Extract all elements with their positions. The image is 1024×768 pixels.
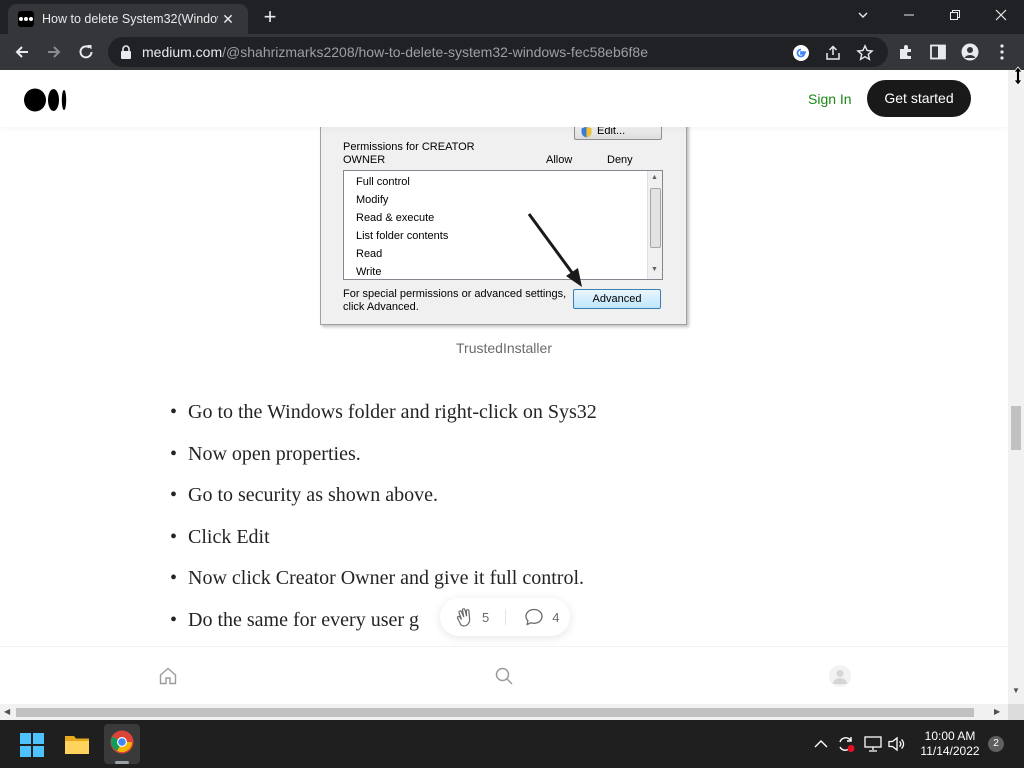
uac-shield-icon <box>581 126 592 138</box>
site-header: Sign In Get started <box>0 70 1008 127</box>
permission-row: Write <box>356 266 382 278</box>
list-item: Now open properties. <box>170 440 810 482</box>
scroll-down-arrow-icon: ▼ <box>651 266 658 273</box>
file-explorer-icon[interactable] <box>64 732 90 756</box>
restore-button[interactable] <box>932 0 978 30</box>
chrome-icon <box>110 730 134 754</box>
horizontal-scrollbar[interactable]: ◀ ▶ <box>0 704 1008 720</box>
minimize-button[interactable] <box>886 0 932 30</box>
reactions-bar: 5 4 <box>440 598 570 636</box>
image-advanced-button: Advanced <box>573 289 661 309</box>
show-hidden-icons-chevron-up-icon[interactable] <box>814 738 828 750</box>
web-page: Edit... Permissions for CREATOR OWNER Al… <box>0 70 1008 704</box>
permission-row: List folder contents <box>356 230 449 242</box>
clap-count: 5 <box>482 609 490 625</box>
reactions-divider <box>505 609 507 625</box>
lock-icon[interactable] <box>120 45 132 59</box>
side-panel-icon[interactable] <box>929 43 947 61</box>
active-app-indicator <box>115 761 129 764</box>
permission-row: Read <box>356 248 383 260</box>
pointer-arrow-icon <box>527 213 582 287</box>
clock-date: 11/14/2022 <box>920 744 980 758</box>
scroll-right-icon[interactable]: ▶ <box>994 707 1000 716</box>
chrome-taskbar-button[interactable] <box>104 724 140 764</box>
url-path: /@shahrizmarks2208/how-to-delete-system3… <box>222 44 648 60</box>
system-clock[interactable]: 10:00 AM 11/14/2022 <box>910 729 990 759</box>
get-started-button[interactable]: Get started <box>867 80 971 117</box>
comment-count: 4 <box>552 609 560 625</box>
share-icon[interactable] <box>824 44 842 62</box>
tab-close-icon[interactable]: ✕ <box>218 11 238 28</box>
tab-title: How to delete System32(Windows 11) <box>42 12 218 26</box>
profile-icon[interactable] <box>961 43 979 61</box>
google-icon[interactable] <box>792 44 810 62</box>
special-permissions-text: For special permissions or advanced sett… <box>343 288 567 313</box>
sign-in-link[interactable]: Sign In <box>808 91 852 107</box>
search-icon[interactable] <box>494 666 514 686</box>
permissions-heading: Permissions for CREATOR OWNER <box>343 141 475 166</box>
address-bar[interactable]: medium.com/@shahrizmarks2208/how-to-dele… <box>108 37 888 67</box>
close-window-button[interactable] <box>978 0 1024 30</box>
browser-tab[interactable]: How to delete System32(Windows 11) ✕ <box>8 4 248 34</box>
permission-row: Full control <box>356 176 410 188</box>
tab-search-chevron-down-icon[interactable] <box>840 0 886 30</box>
permission-row: Read & execute <box>356 212 435 224</box>
network-icon[interactable] <box>864 736 882 752</box>
home-icon[interactable] <box>158 666 178 686</box>
permission-row: Modify <box>356 194 389 206</box>
clap-icon[interactable] <box>454 606 476 628</box>
reload-button[interactable] <box>74 40 98 64</box>
resize-cursor-icon <box>1013 66 1023 86</box>
windows-start-icon[interactable] <box>20 733 44 757</box>
profile-avatar-icon[interactable] <box>829 665 851 687</box>
list-item: Go to security as shown above. <box>170 481 810 523</box>
clock-time: 10:00 AM <box>924 729 976 743</box>
browser-toolbar: medium.com/@shahrizmarks2208/how-to-dele… <box>0 34 1024 70</box>
forward-button[interactable] <box>42 40 66 64</box>
vertical-scrollbar[interactable]: ▼ <box>1008 70 1024 704</box>
url-domain: medium.com <box>142 44 223 60</box>
article-image: Edit... Permissions for CREATOR OWNER Al… <box>320 110 687 325</box>
vertical-scroll-thumb[interactable] <box>1011 406 1021 450</box>
list-item: Click Edit <box>170 523 810 565</box>
allow-column-header: Allow <box>546 154 573 166</box>
list-item: Go to the Windows folder and right-click… <box>170 398 810 440</box>
scrollbar-corner <box>1008 704 1024 720</box>
deny-column-header: Deny <box>607 154 633 166</box>
medium-logo-icon[interactable] <box>24 88 68 112</box>
bottom-navigation <box>0 646 1008 704</box>
back-button[interactable] <box>10 40 34 64</box>
medium-favicon-icon <box>18 11 34 27</box>
url-text[interactable]: medium.com/@shahrizmarks2208/how-to-dele… <box>142 44 648 60</box>
notification-badge[interactable]: 2 <box>988 736 1004 752</box>
tab-strip: How to delete System32(Windows 11) ✕ + <box>0 0 1024 34</box>
image-caption: TrustedInstaller <box>456 340 552 356</box>
permissions-scrollbar: ▲ ▼ <box>647 171 662 279</box>
scroll-down-icon[interactable]: ▼ <box>1012 686 1020 695</box>
sync-status-icon[interactable] <box>836 735 856 753</box>
menu-kebab-icon[interactable] <box>993 43 1011 61</box>
bookmark-star-icon[interactable] <box>856 44 874 62</box>
new-tab-button[interactable]: + <box>256 4 284 30</box>
permissions-scroll-thumb <box>650 188 661 248</box>
taskbar: 10:00 AM 11/14/2022 2 <box>0 720 1024 768</box>
volume-icon[interactable] <box>888 736 906 752</box>
comment-icon[interactable] <box>524 607 544 627</box>
scroll-up-arrow-icon: ▲ <box>651 174 658 181</box>
extensions-icon[interactable] <box>897 43 915 61</box>
horizontal-scroll-thumb[interactable] <box>16 708 974 717</box>
scroll-left-icon[interactable]: ◀ <box>4 707 10 716</box>
permissions-list: Full control Modify Read & execute List … <box>343 170 663 280</box>
